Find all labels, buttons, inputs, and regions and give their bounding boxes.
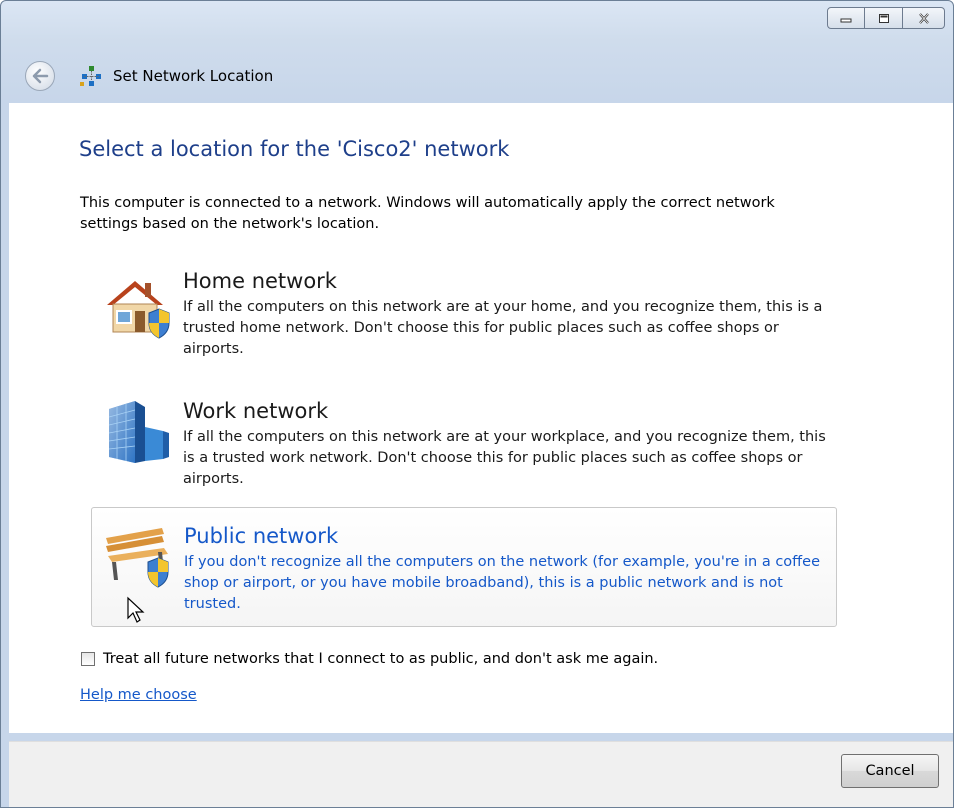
public-network-option[interactable]: Public network If you don't recognize al…: [91, 507, 837, 627]
work-network-title: Work network: [183, 399, 329, 423]
back-button[interactable]: [25, 61, 55, 91]
title-bar: [1, 1, 953, 45]
close-icon: [918, 12, 929, 24]
house-shield-icon: [107, 281, 170, 339]
intro-text: This computer is connected to a network.…: [80, 195, 775, 232]
page-heading: Select a location for the 'Cisco2' netwo…: [79, 137, 510, 161]
content-area: Select a location for the 'Cisco2' netwo…: [9, 103, 953, 733]
public-network-description: If you don't recognize all the computers…: [184, 554, 821, 612]
network-icon: [80, 66, 101, 86]
caption-buttons: [827, 7, 945, 29]
close-button[interactable]: [903, 7, 945, 29]
minimize-icon: [840, 18, 852, 23]
work-network-description: If all the computers on this network are…: [183, 429, 826, 487]
dialog-window: Set Network Location Select a location f…: [0, 0, 954, 808]
help-me-choose-link[interactable]: Help me choose: [80, 687, 197, 703]
mouse-cursor-icon: [127, 596, 145, 623]
navigation-bar: Set Network Location: [1, 45, 953, 103]
office-building-icon: [108, 401, 169, 463]
home-network-option[interactable]: Home network If all the computers on thi…: [91, 265, 837, 385]
treat-as-public-label: Treat all future networks that I connect…: [103, 651, 659, 667]
back-arrow-icon: [32, 68, 49, 84]
home-network-description: If all the computers on this network are…: [183, 299, 823, 357]
home-network-title: Home network: [183, 269, 337, 293]
restore-icon: [878, 13, 889, 23]
window-title: Set Network Location: [113, 67, 274, 85]
minimize-button[interactable]: [827, 7, 865, 29]
park-bench-shield-icon: [106, 528, 169, 588]
restore-button[interactable]: [865, 7, 903, 29]
treat-as-public-checkbox[interactable]: [81, 652, 95, 666]
dialog-footer: Cancel: [9, 741, 953, 807]
cancel-button[interactable]: Cancel: [841, 754, 939, 788]
work-network-option[interactable]: Work network If all the computers on thi…: [91, 391, 837, 511]
public-network-title: Public network: [184, 524, 339, 548]
treat-as-public-row[interactable]: Treat all future networks that I connect…: [81, 651, 658, 667]
